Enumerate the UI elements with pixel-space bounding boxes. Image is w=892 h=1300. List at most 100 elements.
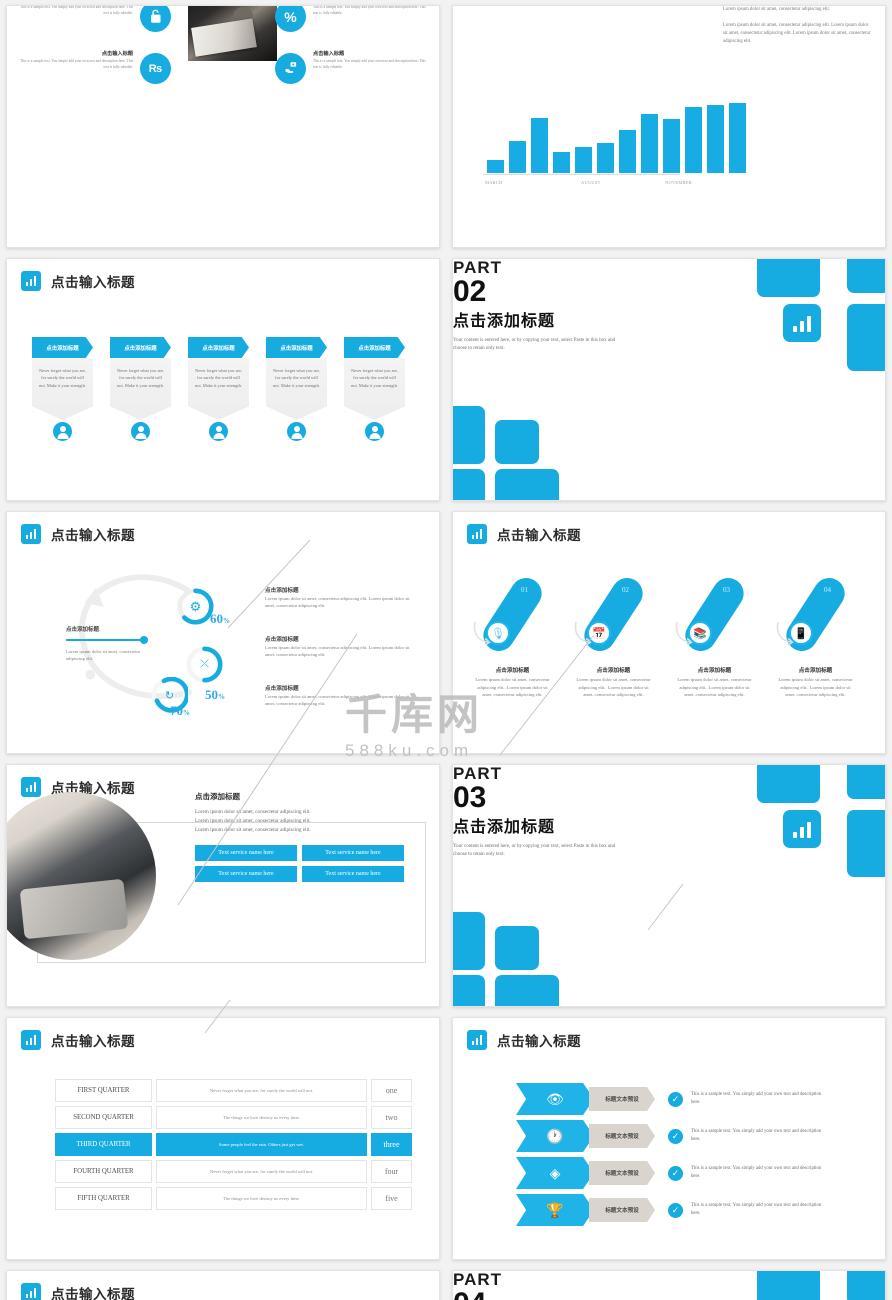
slide-cell-10[interactable]: 点击输入标题 👁 标题文本预设 ✓ This is a sample text. Yo… (446, 1012, 892, 1265)
banner-item[interactable]: 点击添加标题 Never forget what you are, for sur… (188, 337, 249, 441)
service-button[interactable]: Text service name here (302, 866, 404, 883)
banner-item[interactable]: 点击添加标题 Never forget what you are, for sur… (344, 337, 405, 441)
service-button[interactable]: Text service name here (195, 866, 297, 883)
banner-body: Never forget what you are, for surely th… (188, 358, 249, 420)
check-circle-icon: ✓ (668, 1128, 683, 1144)
slide-thumbnail-7[interactable]: 点击输入标题 点击添加标题 Lorem ipsum dolor sit amet… (6, 764, 440, 1007)
bar-chart-series (487, 103, 746, 173)
microphone-icon: 🎙 (486, 621, 510, 645)
check-circle-icon: ✓ (668, 1091, 683, 1107)
chevron-text: This is a sample text. You simply add yo… (691, 1166, 822, 1179)
table-row[interactable]: FIFTH QUARTER The things we love destroy … (55, 1187, 412, 1210)
lead-block: 点击添加标题 Lorem ipsum dolor sit amet, conse… (66, 625, 154, 663)
chevron-row[interactable]: 🏆 标题文本预设 ✓ This is a sample text. You simpl… (516, 1194, 823, 1226)
bar-JULY (619, 129, 636, 173)
bar-chart-icon (21, 1283, 41, 1300)
slide-thumbnail-12[interactable]: PART 04 点击添加标题 Your content is entered h… (452, 1270, 886, 1300)
table-row[interactable]: THIRD QUARTER Some people feel the rain. … (55, 1133, 412, 1156)
slide-cell-9[interactable]: 点击输入标题 FIRST QUARTER Never forget what yo… (0, 1012, 446, 1265)
slide-cell-1[interactable]: 点击输入标题 This is a sample text. You simply… (0, 0, 446, 253)
deco-square (453, 406, 485, 464)
slide-thumbnail-9[interactable]: 点击输入标题 FIRST QUARTER Never forget what yo… (6, 1017, 440, 1260)
slide-thumbnail-10[interactable]: 点击输入标题 👁 标题文本预设 ✓ This is a sample text. Yo… (452, 1017, 886, 1260)
table-cell-quarter: SECOND QUARTER (55, 1106, 152, 1129)
slide1-item-2: 点击输入标题 This is a sample text. You simply… (313, 5, 426, 15)
slide-cell-6[interactable]: 点击输入标题 01 🎙 点击添加标题 Lorem ipsum dolor sit am… (446, 506, 892, 759)
deco-square (453, 912, 485, 970)
pill-number: 03 (723, 586, 730, 594)
cover-decoration (453, 259, 885, 500)
table-cell-quarter: FIFTH QUARTER (55, 1187, 152, 1210)
axis-tick-march: MARCH (485, 180, 503, 185)
banner-title: 点击添加标题 (110, 337, 171, 358)
percent-icon: % (275, 6, 306, 32)
gauge-50: ⤫ (186, 646, 223, 683)
chevron-row[interactable]: 👁 标题文本预设 ✓ This is a sample text. You simpl… (516, 1083, 823, 1115)
slide1-item-3: 点击输入标题 This is a sample text. You simply… (313, 51, 426, 69)
banner-body: Never forget what you are, for surely th… (266, 358, 327, 420)
slide-cell-3[interactable]: 点击输入标题 点击添加标题 Never forget what you are, … (0, 253, 446, 506)
slide-thumbnail-6[interactable]: 点击输入标题 01 🎙 点击添加标题 Lorem ipsum dolor sit am… (452, 511, 886, 754)
deco-square (757, 259, 820, 297)
slide2-text-block: adipiscing elit. Lorem ipsum dolor sit a… (723, 7, 871, 44)
table-cell-value: one (371, 1079, 412, 1102)
service-button[interactable]: Text service name here (195, 845, 297, 862)
slide-thumbnail-5[interactable]: 点击输入标题 ⚙ 60% ⤫ 50% ↻ 70% 点击添加标题 Lorem ip… (6, 511, 440, 754)
service-button-grid: Text service name here Text service name… (195, 845, 410, 883)
chevron-label: 标题文本预设 (589, 1161, 655, 1185)
slide-thumbnail-11[interactable]: 点击输入标题 小标题 01 03 小标题 04 (6, 1270, 440, 1300)
clock-icon: 🕐 (516, 1120, 594, 1152)
table-row[interactable]: SECOND QUARTER The things we love destroy… (55, 1106, 412, 1129)
slide-cell-4[interactable]: PART 02 点击添加标题 Your content is entered h… (446, 253, 892, 506)
bar-FEBRUARY (509, 140, 526, 173)
books-icon: 📚 (688, 621, 712, 645)
slide-thumbnail-2[interactable]: MARCH AUGUST NOVEMBER adipiscing elit. L… (452, 5, 886, 248)
chevron-label: 标题文本预设 (589, 1198, 655, 1222)
deco-square (495, 469, 559, 500)
deco-square (847, 259, 885, 293)
banner-title: 点击添加标题 (188, 337, 249, 358)
table-row[interactable]: FIRST QUARTER Never forget what you are, … (55, 1079, 412, 1102)
deco-square (757, 1271, 820, 1300)
chevron-row[interactable]: ◈ 标题文本预设 ✓ This is a sample text. You simpl… (516, 1157, 823, 1189)
table-cell-text: Never forget what you are, for surely th… (156, 1160, 367, 1183)
slide-cell-8[interactable]: PART 03 点击添加标题 Your content is entered h… (446, 759, 892, 1012)
service-button[interactable]: Text service name here (302, 845, 404, 862)
banner-body: Never forget what you are, for surely th… (110, 358, 171, 420)
chevron-list: 👁 标题文本预设 ✓ This is a sample text. You simpl… (516, 1083, 823, 1231)
deco-square (453, 469, 485, 500)
table-cell-text: Some people feel the rain. Others just g… (156, 1133, 367, 1156)
bar-chart-icon (21, 1030, 41, 1050)
banner-item[interactable]: 点击添加标题 Never forget what you are, for sur… (110, 337, 171, 441)
slide-cell-5[interactable]: 点击输入标题 ⚙ 60% ⤫ 50% ↻ 70% 点击添加标题 Lorem ip… (0, 506, 446, 759)
gear-icon: ⚙ (189, 598, 202, 614)
slide-thumbnail-8[interactable]: PART 03 点击添加标题 Your content is entered h… (452, 764, 886, 1007)
bar-JANUARY (487, 159, 504, 173)
slide-thumbnail-4[interactable]: PART 02 点击添加标题 Your content is entered h… (452, 258, 886, 501)
banner-item[interactable]: 点击添加标题 Never forget what you are, for sur… (266, 337, 327, 441)
slide-cell-2[interactable]: MARCH AUGUST NOVEMBER adipiscing elit. L… (446, 0, 892, 253)
bar-SEPTEMBER (663, 119, 680, 173)
pill-desc: Lorem ipsum dolor sit amet, consectetur … (778, 677, 853, 698)
slide-thumbnail-1[interactable]: 点击输入标题 This is a sample text. You simply… (6, 5, 440, 248)
slide-thumbnail-3[interactable]: 点击输入标题 点击添加标题 Never forget what you are, … (6, 258, 440, 501)
gauge-60: ⚙ (177, 588, 214, 625)
bar-MAY (575, 147, 592, 173)
slide-cell-7[interactable]: 点击输入标题 点击添加标题 Lorem ipsum dolor sit amet… (0, 759, 446, 1012)
pill-title: 点击添加标题 (596, 668, 631, 674)
slide5-item-0: 点击添加标题 Lorem ipsum dolor sit amet, conse… (265, 588, 410, 609)
slide-header: 点击输入标题 (21, 1030, 135, 1050)
bar-chart-icon (467, 524, 487, 544)
slide-cell-11[interactable]: 点击输入标题 小标题 01 03 小标题 04 (0, 1265, 446, 1300)
banner-item[interactable]: 点击添加标题 Never forget what you are, for sur… (32, 337, 93, 441)
chevron-row[interactable]: 🕐 标题文本预设 ✓ This is a sample text. You simpl… (516, 1120, 823, 1152)
gauge-value-50: 50% (205, 687, 225, 702)
bar-NOVEMBER (707, 104, 724, 173)
chevron-text: This is a sample text. You simply add yo… (691, 1203, 822, 1216)
slide-cell-12[interactable]: PART 04 点击添加标题 Your content is entered h… (446, 1265, 892, 1300)
banner-title: 点击添加标题 (344, 337, 405, 358)
quarter-table: FIRST QUARTER Never forget what you are, … (55, 1079, 412, 1214)
table-row[interactable]: FOURTH QUARTER Never forget what you are,… (55, 1160, 412, 1183)
table-cell-text: The things we love destroy us every time… (156, 1187, 367, 1210)
check-circle-icon: ✓ (668, 1202, 683, 1218)
